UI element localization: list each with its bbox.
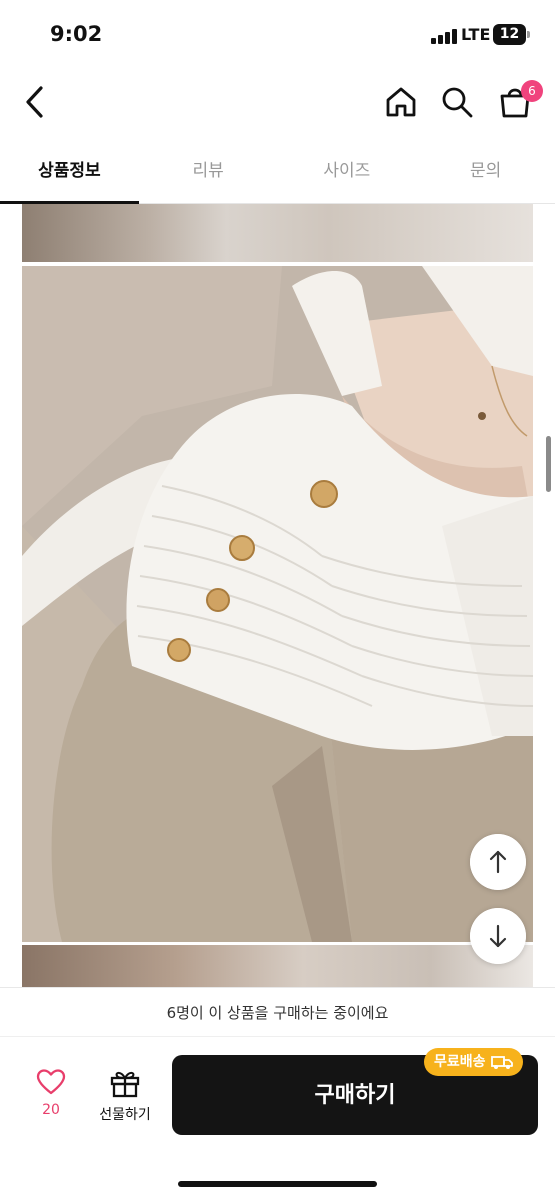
tab-reviews[interactable]: 리뷰: [139, 140, 278, 203]
status-time: 9:02: [50, 22, 103, 46]
tab-bar: 상품정보 리뷰 사이즈 문의: [0, 140, 555, 204]
truck-icon: [490, 1056, 513, 1069]
status-bar: 9:02 LTE 12: [0, 0, 555, 70]
network-type: LTE: [461, 25, 491, 44]
free-shipping-label: 무료배송: [434, 1054, 486, 1070]
product-photo: [22, 945, 533, 987]
search-icon[interactable]: [440, 85, 474, 119]
product-photo: [22, 204, 533, 262]
bottom-action-bar: 20 선물하기 구매하기 무료배송: [0, 1038, 555, 1200]
like-button[interactable]: 20: [22, 1068, 80, 1128]
gift-icon: [110, 1071, 140, 1098]
heart-icon: [36, 1069, 66, 1095]
gift-button[interactable]: 선물하기: [90, 1068, 160, 1128]
home-icon[interactable]: [384, 85, 418, 119]
scrollbar[interactable]: [546, 436, 551, 492]
back-chevron-icon[interactable]: [22, 84, 48, 120]
cart-count-badge: 6: [521, 80, 543, 102]
like-count: 20: [42, 1102, 60, 1118]
top-nav: [0, 70, 555, 138]
buying-now-notice: 6명이 이 상품을 구매하는 중이에요: [0, 987, 555, 1037]
signal-icon: [431, 28, 457, 44]
tab-size[interactable]: 사이즈: [278, 140, 417, 203]
arrow-down-icon[interactable]: [470, 908, 526, 964]
tab-product-info[interactable]: 상품정보: [0, 140, 139, 204]
product-photo-illustration: [22, 266, 533, 942]
gift-label: 선물하기: [99, 1107, 151, 1123]
arrow-up-icon[interactable]: [470, 834, 526, 890]
battery-icon: 12: [493, 24, 526, 45]
product-photo-main: [22, 266, 533, 942]
tab-inquiry[interactable]: 문의: [416, 140, 555, 203]
home-indicator: [178, 1181, 377, 1187]
battery-tip: [527, 31, 530, 38]
free-shipping-badge: 무료배송: [424, 1048, 523, 1076]
